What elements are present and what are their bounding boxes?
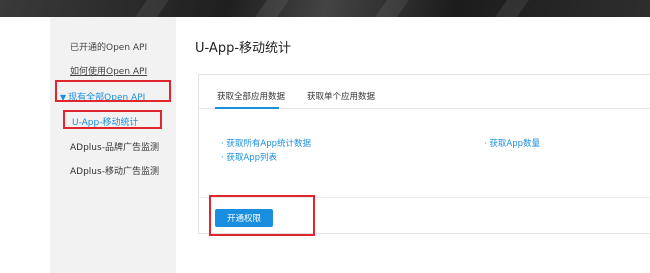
api-link-app-list[interactable]: · 获取App列表 [221,151,277,163]
sidebar-item-how-to-use[interactable]: 如何使用Open API [70,64,147,77]
sidebar-item-adplus-brand[interactable]: ADplus-品牌广告监测 [70,140,159,153]
sidebar-item-u-app[interactable]: U-App-移动统计 [72,115,138,128]
tab-bar: 获取全部应用数据 获取单个应用数据 [199,75,650,109]
caret-down-icon: ▼ [60,93,67,102]
tab-all-apps-data[interactable]: 获取全部应用数据 [217,90,285,102]
sidebar-item-all-api-label: 现有全部Open API [68,93,146,103]
api-link-app-count[interactable]: · 获取App数量 [484,137,540,149]
active-tab-indicator [215,107,279,109]
open-permission-button[interactable]: 开通权限 [215,209,273,227]
sidebar: 已开通的Open API 如何使用Open API ▼ 现有全部Open API … [50,17,176,273]
page-title: U-App-移动统计 [195,41,292,56]
sidebar-item-opened-api[interactable]: 已开通的Open API [70,40,147,53]
tab-single-app-data[interactable]: 获取单个应用数据 [307,90,375,102]
sidebar-item-adplus-mobile[interactable]: ADplus-移动广告监测 [70,164,159,177]
panel-divider [199,197,650,198]
sidebar-item-all-api[interactable]: ▼ 现有全部Open API [60,90,145,103]
api-link-all-app-stats[interactable]: · 获取所有App统计数据 [221,137,311,149]
api-panel: 获取全部应用数据 获取单个应用数据 · 获取所有App统计数据 · 获取App列… [198,74,650,234]
top-banner [0,0,650,17]
